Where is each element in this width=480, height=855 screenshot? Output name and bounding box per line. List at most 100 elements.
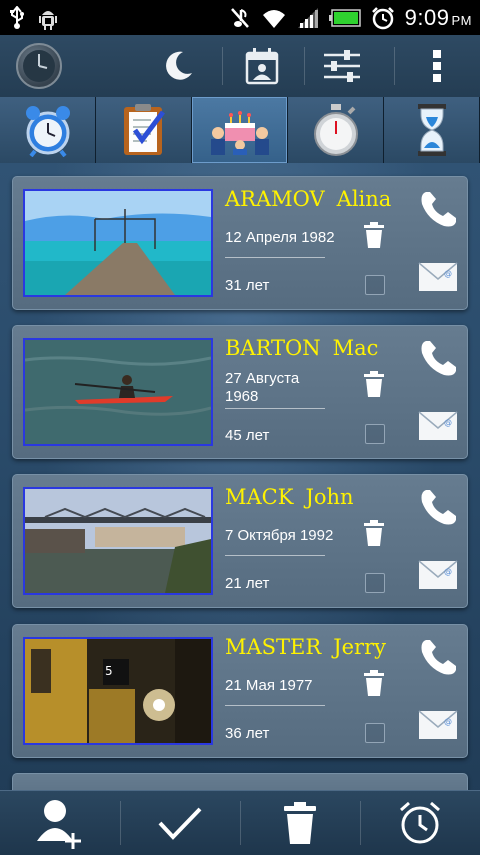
email-button[interactable]: @ xyxy=(416,257,460,297)
battery-icon xyxy=(328,8,361,27)
tab-stopwatch[interactable] xyxy=(288,97,384,163)
age-text: 21 лет xyxy=(225,575,270,592)
android-debug-icon xyxy=(39,11,57,30)
age-text: 36 лет xyxy=(225,725,270,742)
trash-icon xyxy=(364,670,384,696)
contact-list: ARAMOV Alina 12 Апреля 1982 31 лет @ BAR… xyxy=(0,163,480,790)
analog-clock-icon[interactable] xyxy=(16,43,62,89)
delete-contact-button[interactable] xyxy=(363,221,385,254)
status-bar: 9:09 PM xyxy=(0,0,480,35)
divider xyxy=(394,47,395,85)
select-checkbox[interactable] xyxy=(365,275,385,295)
wifi-icon xyxy=(262,9,285,28)
age-text: 31 лет xyxy=(225,277,270,294)
list-item[interactable]: MACK John 7 Октября 1992 21 лет @ xyxy=(12,474,468,608)
check-icon xyxy=(158,807,202,840)
age-text: 45 лет xyxy=(225,427,270,444)
list-item[interactable]: ARAMOV Alina 12 Апреля 1982 31 лет @ xyxy=(12,176,468,310)
status-time: 9:09 PM xyxy=(404,4,472,30)
settings-button[interactable] xyxy=(312,35,372,97)
action-bar xyxy=(0,35,480,98)
contact-photo[interactable] xyxy=(23,338,213,446)
call-button[interactable] xyxy=(416,485,460,531)
contact-name: MACK John xyxy=(225,485,354,509)
phone-icon xyxy=(421,490,456,525)
select-checkbox[interactable] xyxy=(365,573,385,593)
tab-strip xyxy=(0,97,480,163)
phone-icon xyxy=(421,341,456,376)
call-button[interactable] xyxy=(416,635,460,681)
alarm-icon xyxy=(400,801,440,844)
phone-icon xyxy=(421,192,456,227)
email-button[interactable]: @ xyxy=(416,555,460,595)
divider xyxy=(304,47,305,85)
birth-date: 12 Апреля 1982 xyxy=(225,229,335,246)
kayak-photo xyxy=(25,340,211,444)
contact-name: ARAMOV Alina xyxy=(225,187,392,211)
list-item[interactable]: 5 MASTER Jerry 21 Мая 1977 36 лет @ xyxy=(12,624,468,758)
divider xyxy=(225,257,325,258)
bottom-toolbar xyxy=(0,790,480,855)
birthday-cake-icon xyxy=(210,111,269,155)
pier-photo xyxy=(25,191,211,295)
confirm-button[interactable] xyxy=(120,791,240,855)
divider xyxy=(225,408,325,409)
svg-text:@: @ xyxy=(444,567,452,576)
settings-sliders-icon xyxy=(324,50,360,82)
night-mode-button[interactable] xyxy=(148,35,208,97)
mail-icon: @ xyxy=(418,262,458,291)
contact-name: BARTON Mac xyxy=(225,336,379,360)
email-button[interactable]: @ xyxy=(416,705,460,745)
trash-icon xyxy=(364,371,384,397)
divider xyxy=(222,47,223,85)
trash-icon xyxy=(364,222,384,248)
divider xyxy=(225,705,325,706)
birth-date: 21 Мая 1977 xyxy=(225,677,313,694)
tab-timer[interactable] xyxy=(384,97,480,163)
delete-button[interactable] xyxy=(240,791,360,855)
tab-birthdays[interactable] xyxy=(192,97,288,163)
usb-icon xyxy=(10,6,24,29)
overflow-menu-button[interactable] xyxy=(412,35,462,97)
night-mode-icon xyxy=(166,51,192,80)
call-button[interactable] xyxy=(416,187,460,233)
contact-photo[interactable] xyxy=(23,487,213,595)
alarm-icon xyxy=(371,6,394,29)
birth-date: 27 Августа 1968 xyxy=(225,370,300,405)
calendar-contact-icon xyxy=(245,48,279,85)
divider xyxy=(225,555,325,556)
clipboard-icon xyxy=(123,104,165,155)
delete-contact-button[interactable] xyxy=(363,669,385,702)
select-checkbox[interactable] xyxy=(365,723,385,743)
contact-photo[interactable] xyxy=(23,189,213,297)
trash-icon xyxy=(364,520,384,546)
alarm-button[interactable] xyxy=(360,791,480,855)
alarm-clock-icon xyxy=(25,106,70,157)
birth-date: 7 Октября 1992 xyxy=(225,527,334,544)
signal-icon xyxy=(297,7,318,28)
overflow-menu-icon xyxy=(433,50,441,82)
email-button[interactable]: @ xyxy=(416,406,460,446)
svg-text:@: @ xyxy=(444,418,452,427)
tab-tasks[interactable] xyxy=(96,97,192,163)
mail-icon: @ xyxy=(418,411,458,440)
mail-icon: @ xyxy=(418,560,458,589)
delete-contact-button[interactable] xyxy=(363,519,385,552)
stopwatch-icon xyxy=(313,104,358,156)
mute-icon xyxy=(230,7,249,28)
bridge-photo xyxy=(25,489,211,593)
list-item[interactable] xyxy=(12,773,468,790)
svg-text:@: @ xyxy=(444,717,452,726)
calendar-contact-button[interactable] xyxy=(232,35,292,97)
tab-alarm-clock[interactable] xyxy=(0,97,96,163)
contact-photo[interactable]: 5 xyxy=(23,637,213,745)
add-contact-button[interactable] xyxy=(0,791,120,855)
delete-contact-button[interactable] xyxy=(363,370,385,403)
call-button[interactable] xyxy=(416,336,460,382)
contact-name: MASTER Jerry xyxy=(225,635,386,659)
svg-text:@: @ xyxy=(444,269,452,278)
list-item[interactable]: BARTON Mac 27 Августа 1968 45 лет @ xyxy=(12,325,468,459)
add-contact-icon xyxy=(37,800,81,849)
mail-icon: @ xyxy=(418,710,458,739)
select-checkbox[interactable] xyxy=(365,424,385,444)
